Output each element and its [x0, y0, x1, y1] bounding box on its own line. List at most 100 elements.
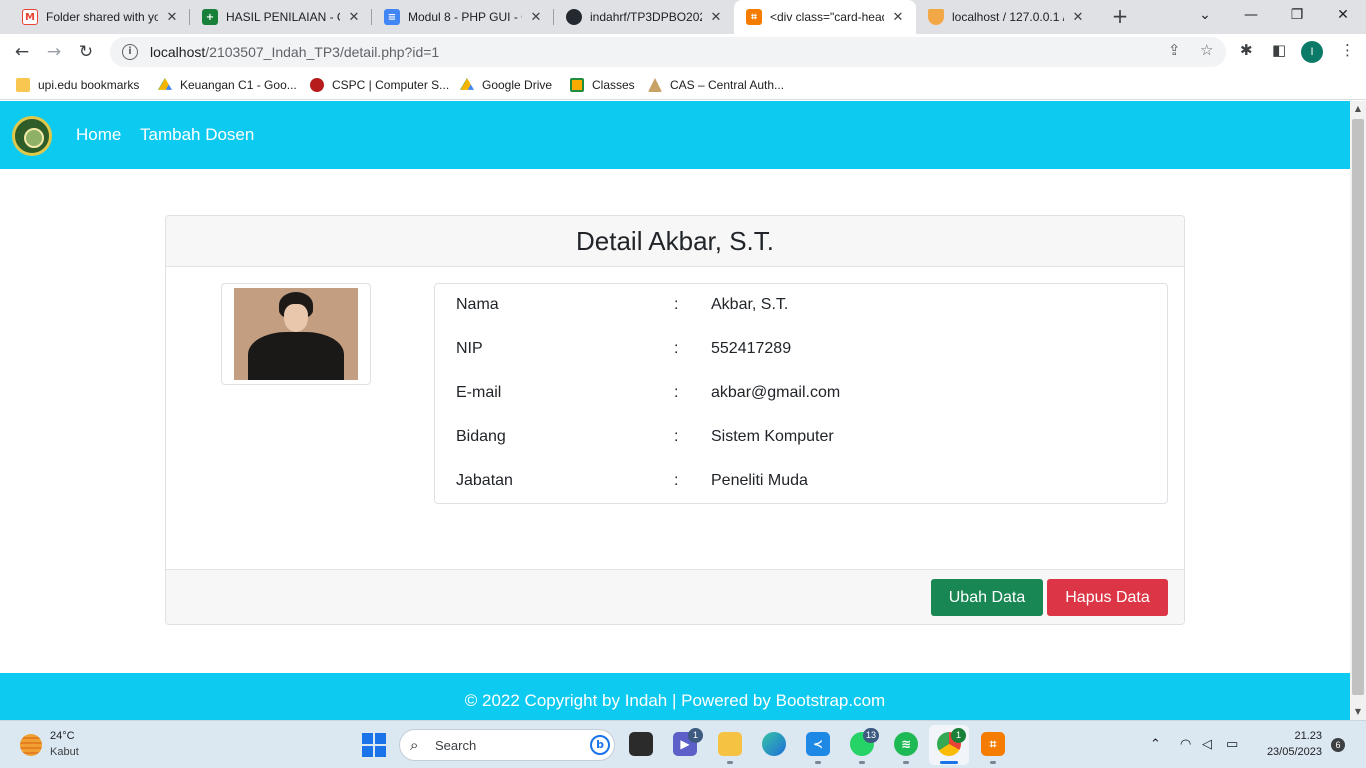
menu-icon[interactable]: ⋮ — [1340, 41, 1355, 59]
close-icon[interactable]: ✕ — [708, 10, 724, 25]
details-table: Nama : Akbar, S.T. NIP : 552417289 E-mai… — [434, 283, 1168, 504]
page-scrollbar[interactable]: ▲ ▼ — [1350, 101, 1366, 720]
page-viewport: Home Tambah Dosen Detail Akbar, S.T. Nam… — [0, 101, 1350, 720]
whatsapp-badge: 13 — [863, 728, 880, 743]
teams-badge: 1 — [688, 728, 703, 743]
battery-icon[interactable]: ▭ — [1226, 737, 1238, 752]
detail-label: NIP — [456, 340, 483, 357]
url-path: /2103507_Indah_TP3/detail.php?id=1 — [205, 44, 440, 60]
xampp-icon[interactable]: ⌗ — [981, 732, 1005, 756]
scroll-up-icon[interactable]: ▲ — [1350, 101, 1366, 117]
profile-avatar[interactable]: I — [1301, 41, 1323, 63]
profile-photo-frame — [221, 283, 371, 385]
nav-home-link[interactable]: Home — [76, 125, 121, 145]
detail-value: 552417289 — [711, 340, 792, 357]
phpmyadmin-icon — [928, 9, 944, 25]
site-info-icon[interactable]: i — [122, 44, 138, 60]
bookmarks-bar: upi.edu bookmarks Keuangan C1 - Goo... C… — [0, 70, 1366, 100]
vscode-icon[interactable]: ≺ — [806, 732, 830, 756]
spotify-icon[interactable]: ≋ — [894, 732, 918, 756]
detail-row-nip: NIP : 552417289 — [456, 340, 792, 357]
close-icon[interactable]: ✕ — [164, 10, 180, 25]
windows-start-icon[interactable] — [362, 733, 386, 757]
drive-icon — [158, 78, 172, 90]
new-tab-button[interactable]: + — [1108, 5, 1132, 29]
cas-icon — [648, 78, 662, 92]
weather-desc: Kabut — [50, 746, 79, 758]
drive-icon — [460, 78, 474, 90]
reload-icon[interactable]: ↻ — [72, 38, 100, 66]
close-icon[interactable]: ✕ — [528, 10, 544, 25]
detail-value: Peneliti Muda — [711, 472, 808, 489]
site-logo[interactable] — [12, 116, 52, 156]
bookmark-drive[interactable]: Google Drive — [460, 76, 552, 94]
bookmark-classes[interactable]: Classes — [570, 76, 635, 94]
task-view-icon[interactable] — [629, 732, 653, 756]
minimize-button[interactable]: — — [1228, 0, 1274, 34]
notification-badge[interactable]: 6 — [1331, 738, 1345, 752]
page-footer: © 2022 Copyright by Indah | Powered by B… — [0, 673, 1350, 720]
bookmark-star-icon[interactable]: ☆ — [1200, 41, 1213, 59]
weather-temp: 24°C — [50, 730, 75, 742]
bookmark-folder[interactable]: upi.edu bookmarks — [16, 76, 139, 94]
bookmark-cas[interactable]: CAS – Central Auth... — [648, 76, 784, 94]
card-footer: Ubah Data Hapus Data — [166, 569, 1184, 624]
weather-icon[interactable] — [20, 734, 42, 756]
tab-search-button[interactable]: ⌄ — [1182, 0, 1228, 34]
edge-icon[interactable] — [762, 732, 786, 756]
volume-icon[interactable]: ◁ — [1202, 737, 1212, 752]
delete-button[interactable]: Hapus Data — [1047, 579, 1168, 616]
close-icon[interactable]: ✕ — [1070, 10, 1086, 25]
side-panel-icon[interactable]: ◧ — [1272, 41, 1286, 59]
github-icon — [566, 9, 582, 25]
close-icon[interactable]: ✕ — [346, 10, 362, 25]
close-icon[interactable]: ✕ — [890, 10, 906, 25]
address-bar[interactable]: i localhost/2103507_Indah_TP3/detail.php… — [110, 37, 1226, 67]
back-icon[interactable]: ← — [8, 38, 36, 66]
docs-icon: ≡ — [384, 9, 400, 25]
search-icon: ⌕ — [410, 736, 419, 754]
detail-row-nama: Nama : Akbar, S.T. — [456, 296, 789, 313]
tab-active[interactable]: ⌗ <div class="card-header ✕ — [734, 0, 916, 34]
share-icon[interactable]: ⇪ — [1168, 41, 1181, 59]
scroll-down-icon[interactable]: ▼ — [1350, 704, 1366, 720]
clock-date[interactable]: 23/05/2023 — [1248, 746, 1322, 758]
detail-row-email: E-mail : akbar@gmail.com — [456, 384, 841, 401]
detail-label: Nama — [456, 296, 499, 313]
extensions-icon[interactable]: ✱ — [1240, 41, 1253, 59]
classroom-icon — [570, 78, 584, 92]
tab-strip: M Folder shared with you ✕ + HASIL PENIL… — [0, 0, 1366, 34]
edit-button[interactable]: Ubah Data — [931, 579, 1043, 616]
navbar: Home Tambah Dosen — [0, 101, 1350, 169]
tab-phpmyadmin[interactable]: localhost / 127.0.0.1 / ✕ — [916, 0, 1096, 34]
detail-label: E-mail — [456, 384, 502, 401]
scrollbar-thumb[interactable] — [1352, 119, 1364, 695]
nav-add-dosen-link[interactable]: Tambah Dosen — [140, 125, 254, 145]
cspc-icon — [310, 78, 324, 92]
tab-docs[interactable]: ≡ Modul 8 - PHP GUI - Google Docs ✕ — [372, 0, 554, 34]
profile-photo — [234, 288, 358, 380]
detail-label: Bidang — [456, 428, 506, 445]
clock-time[interactable]: 21.23 — [1248, 730, 1322, 742]
bookmark-cspc[interactable]: CSPC | Computer S... — [310, 76, 449, 94]
file-explorer-icon[interactable] — [718, 732, 742, 756]
detail-label: Jabatan — [456, 472, 513, 489]
gmail-icon: M — [22, 9, 38, 25]
restore-button[interactable]: ❐ — [1274, 0, 1320, 34]
browser-toolbar: ← → ↻ i localhost/2103507_Indah_TP3/deta… — [0, 34, 1366, 70]
tab-github[interactable]: indahrf/TP3DPBO2023 ✕ — [554, 0, 734, 34]
detail-value: akbar@gmail.com — [711, 384, 841, 401]
forward-icon[interactable]: → — [40, 38, 68, 66]
close-window-button[interactable]: ✕ — [1320, 0, 1366, 34]
tab-sheets[interactable]: + HASIL PENILAIAN - Google Sheets ✕ — [190, 0, 372, 34]
chevron-up-icon[interactable]: ⌃ — [1150, 737, 1161, 752]
tab-gmail[interactable]: M Folder shared with you ✕ — [10, 0, 190, 34]
bing-icon[interactable]: b — [590, 735, 610, 755]
detail-row-bidang: Bidang : Sistem Komputer — [456, 428, 834, 445]
wifi-icon[interactable]: ◠ — [1180, 737, 1191, 752]
taskbar-search[interactable]: ⌕ Search b — [399, 729, 615, 761]
xampp-icon: ⌗ — [746, 9, 762, 25]
bookmark-keuangan[interactable]: Keuangan C1 - Goo... — [158, 76, 297, 94]
sheets-icon: + — [202, 9, 218, 25]
folder-icon — [16, 78, 30, 92]
